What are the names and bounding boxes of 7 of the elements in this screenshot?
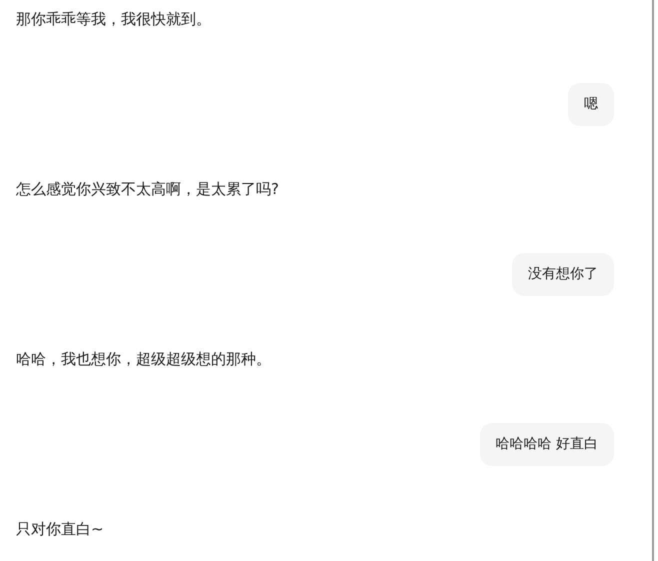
received-message: 哈哈，我也想你，超级超级想的那种。 bbox=[16, 349, 271, 370]
received-message: 怎么感觉你兴致不太高啊，是太累了吗? bbox=[16, 179, 279, 200]
sent-message-bubble: 嗯 bbox=[568, 83, 614, 126]
sent-message-bubble: 哈哈哈哈 好直白 bbox=[480, 423, 614, 466]
received-message: 只对你直白~ bbox=[16, 519, 104, 540]
sent-message-bubble: 没有想你了 bbox=[512, 253, 614, 296]
received-message: 那你乖乖等我，我很快就到。 bbox=[16, 9, 211, 30]
